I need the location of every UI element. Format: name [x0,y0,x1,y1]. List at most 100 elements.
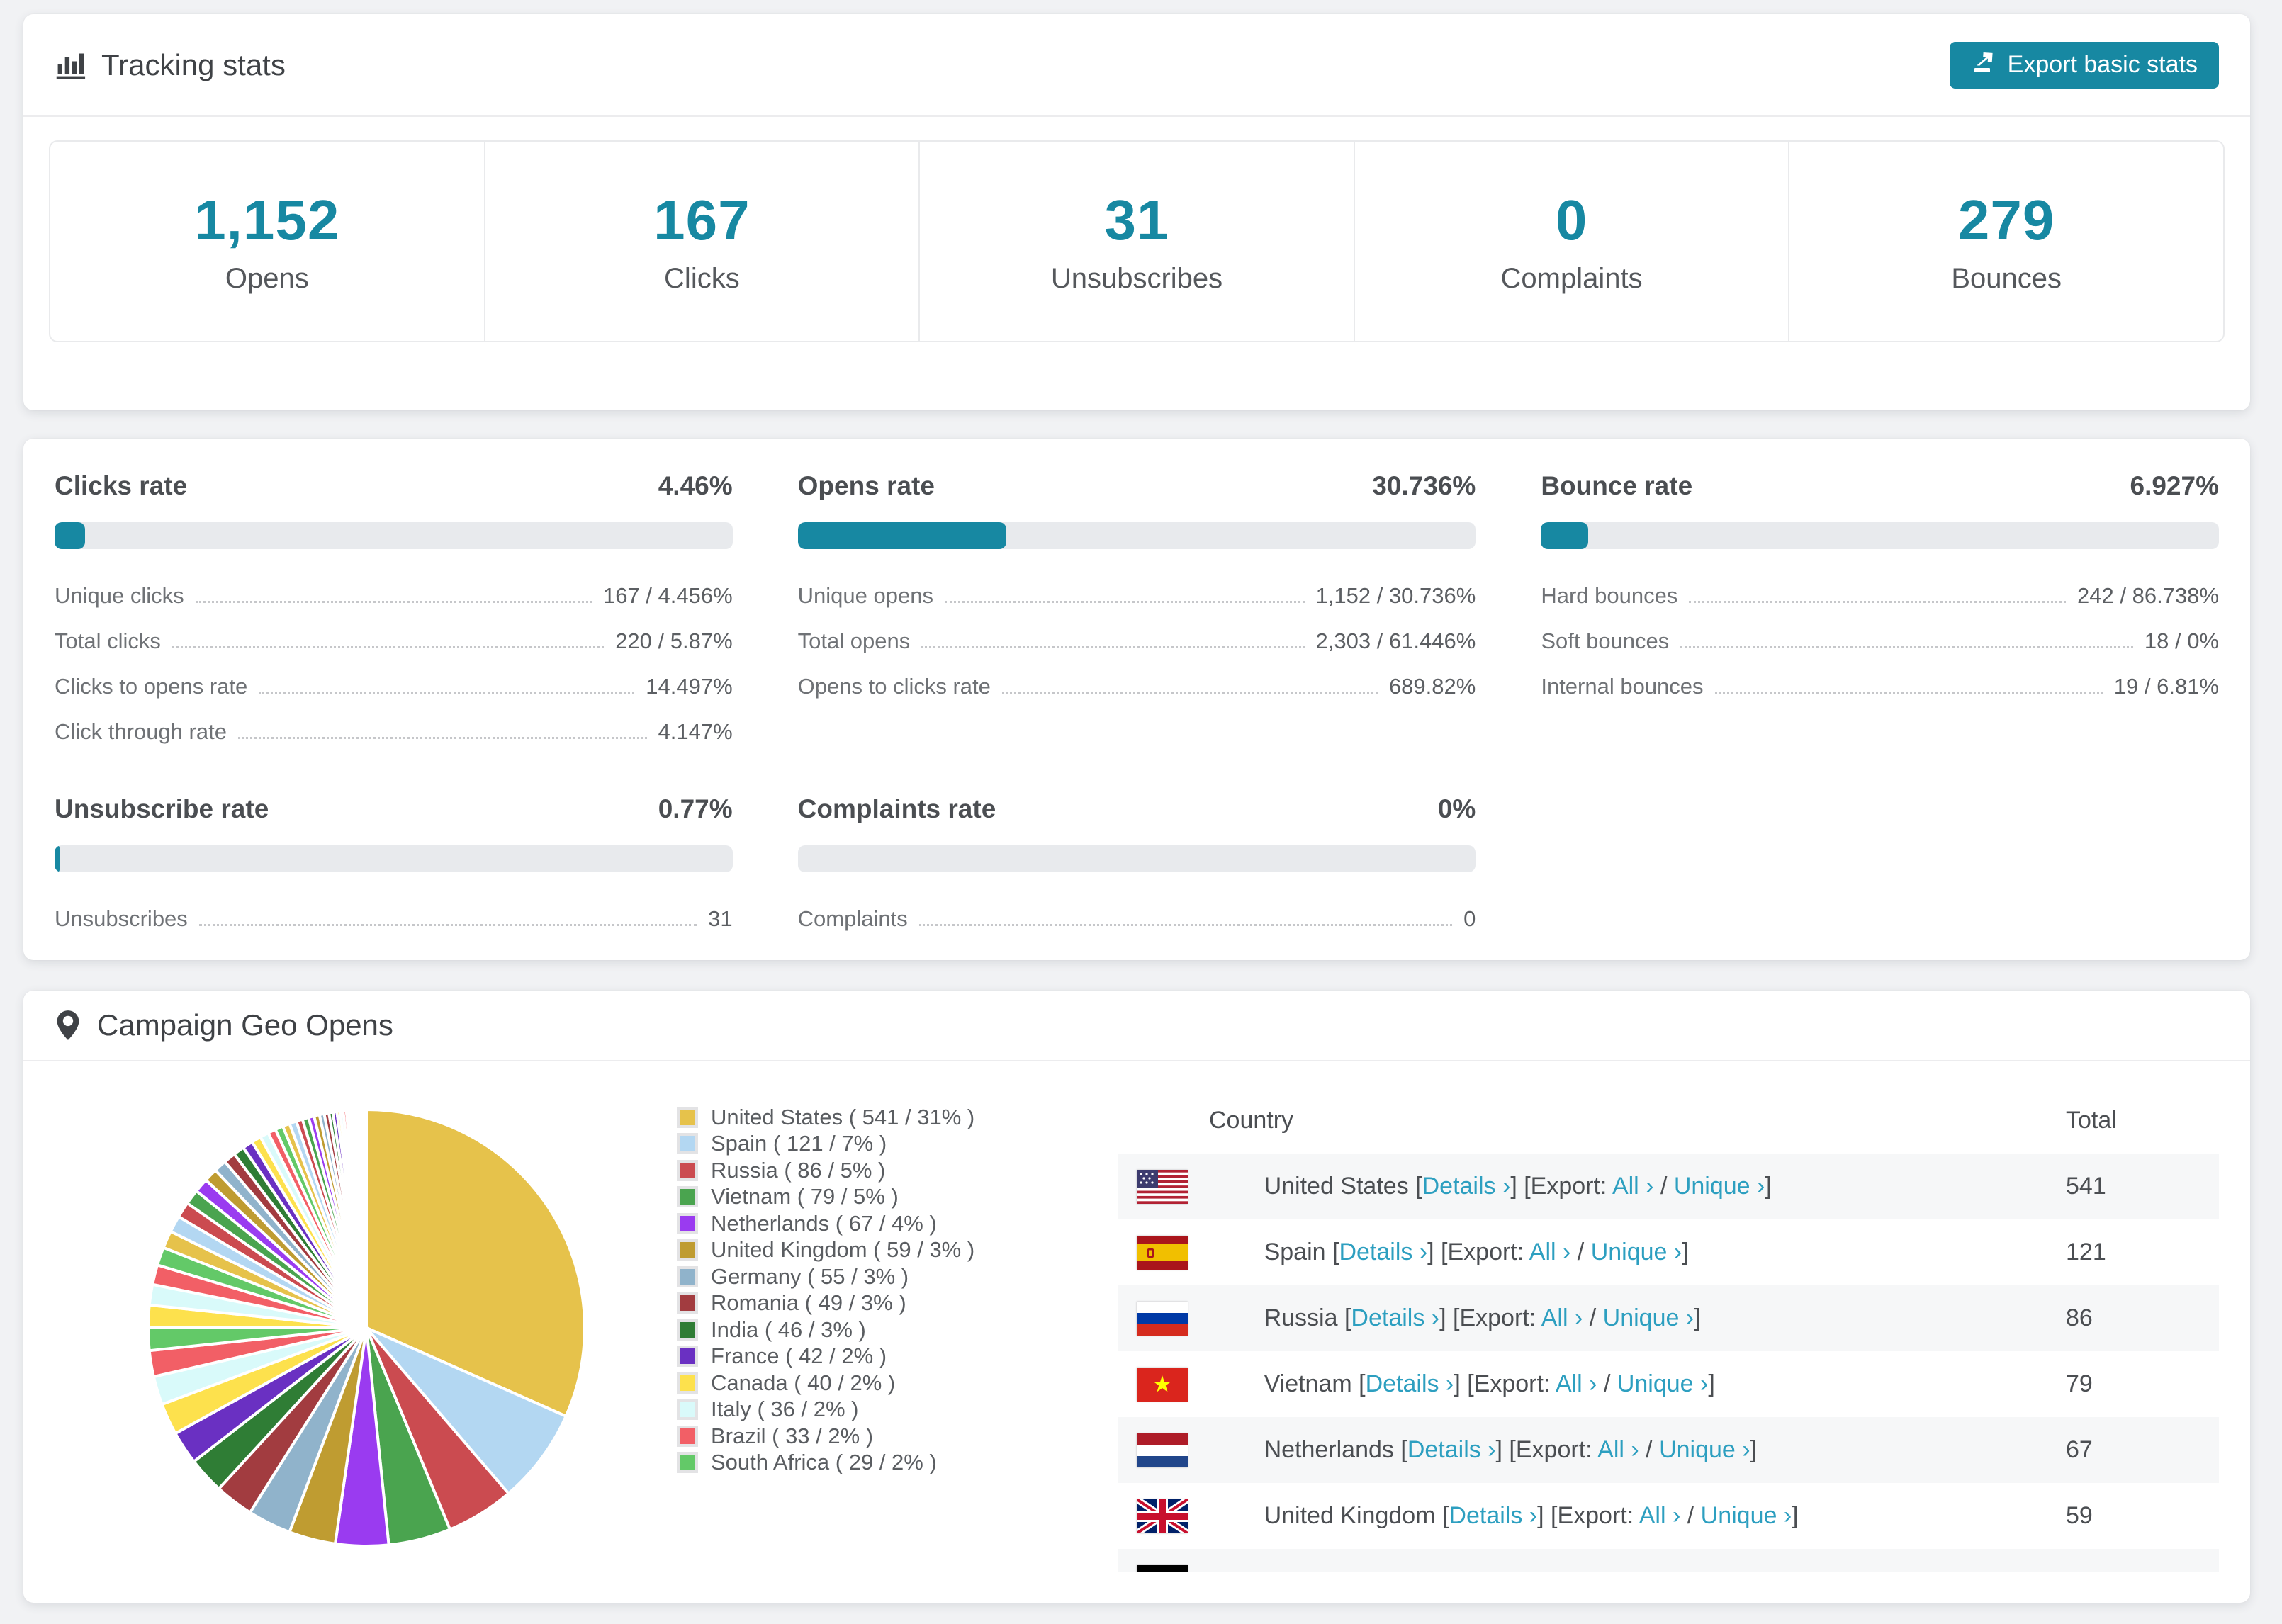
legend-swatch [677,1106,698,1128]
geo-table: Country Total United States [Details ›] … [1118,1087,2219,1572]
rate-row: Total clicks 220 / 5.87% [55,619,733,664]
progress-fill [1541,522,1588,549]
details-link[interactable]: Details › [1339,1239,1427,1265]
details-link[interactable]: Details › [1449,1502,1537,1529]
legend-swatch [677,1265,698,1287]
rate-row: Hard bounces 242 / 86.738% [1541,573,2219,619]
country-name: Spain [1264,1239,1326,1265]
legend-swatch [677,1399,698,1421]
export-unique-link[interactable]: Unique › [1591,1239,1682,1265]
legend-label: Russia ( 86 / 5% ) [711,1157,886,1183]
legend-label: United States ( 541 / 31% ) [711,1104,975,1129]
rate-row-label: Click through rate [55,719,227,744]
export-all-link[interactable]: All › [1556,1370,1597,1397]
table-row: United States [Details ›] [Export: All ›… [1118,1154,2219,1219]
stat-label: Clicks [664,263,740,294]
rate-row: Total opens 2,303 / 61.446% [798,619,1476,664]
rates-card: Clicks rate 4.46% Unique clicks 167 / 4.… [23,439,2250,960]
export-unique-link[interactable]: Unique › [1617,1370,1709,1397]
details-link[interactable]: Details › [1376,1568,1465,1572]
table-row: Vietnam [Details ›] [Export: All › / Uni… [1118,1351,2219,1417]
dotted-leader [944,601,1305,603]
rate-value: 0.77% [658,794,733,823]
export-unique-link[interactable]: Unique › [1659,1436,1750,1463]
total-value: 67 [2066,1436,2093,1463]
export-all-link[interactable]: All › [1639,1502,1681,1529]
rate-row-label: Unique opens [797,583,933,608]
details-link[interactable]: Details › [1422,1173,1511,1200]
rate-row-value: 14.497% [646,674,733,699]
rate-row-label: Complaints [797,906,908,931]
stat-label: Opens [225,263,309,294]
rate-row-value: 18 / 0% [2144,628,2219,653]
stat-value: 279 [1957,188,2055,252]
rate-row-label: Total opens [797,628,911,653]
tracking-stats-header: Tracking stats Export basic stats [23,14,2250,117]
table-row: United Kingdom [Details ›] [Export: All … [1118,1483,2219,1549]
stat-value: 1,152 [194,188,340,252]
pie-legend: United States ( 541 / 31% ) Spain ( 121 … [677,1104,1063,1572]
stat-box: 31 Unsubscribes [920,142,1355,341]
export-all-link[interactable]: All › [1529,1239,1571,1265]
export-all-link[interactable]: All › [1597,1436,1639,1463]
country-name: Russia [1264,1304,1338,1331]
stat-label: Unsubscribes [1050,263,1223,294]
export-all-link[interactable]: All › [1567,1568,1609,1572]
legend-label: Germany ( 55 / 3% ) [711,1263,909,1289]
stat-label: Complaints [1500,263,1643,294]
legend-label: South Africa ( 29 / 2% ) [711,1450,937,1475]
progress-bar [797,845,1476,872]
stat-box: 167 Clicks [485,142,921,341]
rate-title: Unsubscribe rate [55,794,269,823]
rate-row-value: 242 / 86.738% [2077,583,2219,608]
dotted-leader [198,924,697,926]
rate-card: Unsubscribe rate 0.77% Unsubscribes 31 [55,794,733,942]
legend-item: Vietnam ( 79 / 5% ) [677,1184,1063,1211]
table-row: Spain [Details ›] [Export: All › / Uniqu… [1118,1219,2219,1285]
legend-item: Romania ( 49 / 3% ) [677,1290,1063,1317]
dotted-leader [195,601,592,603]
flag-gb-icon [1137,1499,1188,1533]
legend-item: Canada ( 40 / 2% ) [677,1370,1063,1397]
export-basic-stats-button[interactable]: Export basic stats [1949,41,2219,89]
flag-vn-icon [1137,1367,1188,1402]
legend-label: Spain ( 121 / 7% ) [711,1131,887,1156]
export-unique-link[interactable]: Unique › [1701,1502,1792,1529]
rates-grid: Clicks rate 4.46% Unique clicks 167 / 4.… [23,439,2250,970]
rate-row-value: 167 / 4.456% [602,583,733,608]
rate-row: Unique opens 1,152 / 30.736% [798,573,1476,619]
rate-row-value: 31 [708,906,733,931]
dotted-leader [237,737,647,739]
geo-pie-chart [140,1101,593,1555]
table-row: Netherlands [Details ›] [Export: All › /… [1118,1417,2219,1483]
rate-row: Unsubscribes 31 [55,896,733,942]
rate-row-label: Unsubscribes [55,906,188,931]
total-value: 55 [2066,1568,2200,1572]
progress-bar [1541,522,2219,549]
tracking-stats-card: Tracking stats Export basic stats 1,152 … [23,14,2250,410]
details-link[interactable]: Details › [1407,1436,1496,1463]
rate-row-label: Hard bounces [1541,583,1678,608]
country-name: Germany [1264,1568,1364,1572]
export-unique-link[interactable]: Unique › [1629,1568,1720,1572]
legend-swatch [677,1159,698,1181]
export-unique-link[interactable]: Unique › [1603,1304,1694,1331]
export-all-link[interactable]: All › [1612,1173,1654,1200]
rate-row-value: 4.147% [658,719,733,744]
dotted-leader [1680,646,2133,648]
legend-item: Brazil ( 33 / 2% ) [677,1423,1063,1450]
total-value: 86 [2066,1304,2093,1331]
legend-item: Germany ( 55 / 3% ) [677,1263,1063,1290]
legend-swatch [677,1425,698,1447]
stat-box: 1,152 Opens [50,142,485,341]
progress-bar [797,522,1476,549]
details-link[interactable]: Details › [1351,1304,1439,1331]
details-link[interactable]: Details › [1366,1370,1454,1397]
export-all-link[interactable]: All › [1541,1304,1583,1331]
total-value: 59 [2066,1502,2093,1529]
legend-swatch [677,1292,698,1314]
dotted-leader [921,646,1305,648]
legend-swatch [677,1452,698,1474]
rate-row-label: Total clicks [55,628,161,653]
export-unique-link[interactable]: Unique › [1674,1173,1765,1200]
